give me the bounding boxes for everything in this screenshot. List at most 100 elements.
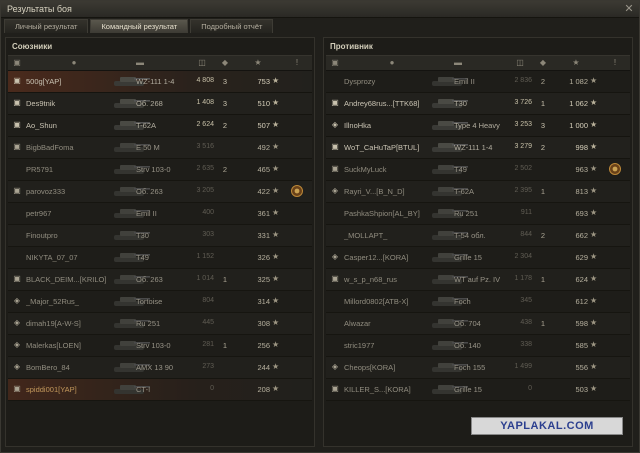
player-row[interactable]: ▣ BigbBadFoma E 50 M 3 516 492 ★ (8, 137, 312, 159)
player-row[interactable]: Finoutpro T30 303 331 ★ (8, 225, 312, 247)
player-row[interactable]: ▣ 500g[YAP] WZ-111 1-4 4 808 3 753 ★ (8, 71, 312, 93)
tab-personal[interactable]: Личный результат (4, 19, 89, 33)
player-name: Dysprozy (344, 77, 376, 86)
star-icon: ★ (590, 98, 598, 107)
player-row[interactable]: ▣ spiddi001[YAP] CT-I 0 208 ★ (8, 379, 312, 401)
enemies-list: Dysprozy Emil II 2 836 2 1 082 ★ ▣ Andrey68rus.… (326, 71, 630, 401)
kills-icon[interactable]: ◆ (536, 58, 550, 68)
star-icon: ★ (272, 164, 280, 173)
player-row[interactable]: Millord0802[ATB-X] Foch 345 612 ★ (326, 291, 630, 313)
platoon-icon[interactable]: ▣ (330, 58, 340, 68)
player-icon[interactable]: ● (68, 58, 80, 68)
player-row[interactable]: NIKYTA_07_07 T49 1 152 326 ★ (8, 247, 312, 269)
player-name: petr967 (26, 209, 52, 218)
player-row[interactable]: ◈ BomBero_84 AMX 13 90 273 244 ★ (8, 357, 312, 379)
player-row[interactable]: ▣ w_s_p_n68_rus WT auf Pz. IV 1 178 1 624 ★ (326, 269, 630, 291)
kills-value: 3 (222, 99, 228, 108)
player-row[interactable]: ◈ Malerkas[LOEN] Strv 103-0 281 1 256 ★ (8, 335, 312, 357)
player-row[interactable]: ▣ parovoz333 Об. 263 3 205 422 ★ (8, 181, 312, 203)
player-row[interactable]: PashkaShpion[AL_BY] Ru 251 911 693 ★ (326, 203, 630, 225)
player-name: spiddi001[YAP] (26, 385, 77, 394)
damage-icon[interactable]: ◫ (508, 58, 532, 68)
xp-value: 325 (257, 275, 270, 284)
star-icon: ★ (590, 120, 598, 129)
xp-icon[interactable]: ★ (246, 58, 270, 68)
player-row[interactable]: ▣ Andrey68rus...[TTK68] T30 3 726 1 1 062 ★ (326, 93, 630, 115)
player-row[interactable]: ▣ KILLER_S...[KORA] Grille 15 0 503 ★ (326, 379, 630, 401)
damage-value: 1 499 (514, 363, 532, 370)
watermark: YAPLAKAL.COM (471, 417, 623, 435)
damage-value: 338 (520, 341, 532, 348)
medal-icon[interactable] (608, 162, 622, 176)
damage-value: 4 808 (196, 77, 214, 84)
platoon-icon: ▣ (13, 120, 21, 129)
player-row[interactable]: ◈ Cheops[KORA] Foch 155 1 499 556 ★ (326, 357, 630, 379)
player-row[interactable]: ▣ SuckMyLuck T49 2 502 963 ★ (326, 159, 630, 181)
star-icon: ★ (590, 318, 598, 327)
medal-column-icon[interactable]: ! (292, 58, 302, 68)
platoon-icon (330, 296, 340, 306)
star-icon: ★ (272, 120, 280, 129)
vehicle-name: Ru 251 (454, 209, 479, 218)
xp-icon[interactable]: ★ (564, 58, 588, 68)
tank-icon[interactable]: ▬ (130, 58, 150, 68)
medal-icon[interactable] (290, 184, 304, 198)
player-row[interactable]: Alwazar Об. 704 438 1 598 ★ (326, 313, 630, 335)
player-row[interactable]: ◈ Rayri_V...[B_N_D] T-62A 2 395 1 813 ★ (326, 181, 630, 203)
player-row[interactable]: ◈ _Major_52Rus_ Tortoise 804 314 ★ (8, 291, 312, 313)
player-row[interactable]: ▣ Des9tnik Об. 268 1 408 3 510 ★ (8, 93, 312, 115)
player-name: Millord0802[ATB-X] (344, 297, 409, 306)
tab-team[interactable]: Командный результат (90, 19, 189, 33)
player-name: PR5791 (26, 165, 54, 174)
medal-column-icon[interactable]: ! (610, 58, 620, 68)
star-icon: ★ (590, 340, 598, 349)
player-icon[interactable]: ● (386, 58, 398, 68)
platoon-icon: ▣ (13, 76, 21, 85)
player-row[interactable]: petr967 Emil II 400 361 ★ (8, 203, 312, 225)
player-row[interactable]: ◈ Casper12...[KORA] Grille 15 2 304 629 ★ (326, 247, 630, 269)
titlebar: Результаты боя ✕ (1, 1, 639, 18)
tab-bar: Личный результат Командный результат Под… (4, 19, 275, 33)
xp-value: 1 062 (569, 99, 588, 108)
vehicle-name: AMX 13 90 (136, 363, 174, 372)
xp-value: 753 (257, 77, 270, 86)
player-row[interactable]: ▣ WoT_CaHuTaP[BTUL] WZ-111 1-4 3 279 2 998 ★ (326, 137, 630, 159)
player-row[interactable]: PR5791 Strv 103-0 2 635 2 465 ★ (8, 159, 312, 181)
tank-icon[interactable]: ▬ (448, 58, 468, 68)
player-row[interactable]: _MOLLAPT_ T-54 обл. 844 2 662 ★ (326, 225, 630, 247)
vehicle-name: Об. 140 (454, 341, 481, 350)
tab-detailed[interactable]: Подробный отчёт (190, 19, 274, 33)
kills-icon[interactable]: ◆ (218, 58, 232, 68)
player-row[interactable]: Dysprozy Emil II 2 836 2 1 082 ★ (326, 71, 630, 93)
xp-value: 1 082 (569, 77, 588, 86)
damage-value: 3 726 (514, 99, 532, 106)
player-row[interactable]: stric1977 Об. 140 338 585 ★ (326, 335, 630, 357)
platoon-icon[interactable]: ▣ (12, 58, 22, 68)
vehicle-name: CT-I (136, 385, 151, 394)
player-name: NIKYTA_07_07 (26, 253, 78, 262)
damage-value: 1 408 (196, 99, 214, 106)
xp-value: 208 (257, 385, 270, 394)
vehicle-name: Emil II (454, 77, 475, 86)
kills-value: 1 (540, 187, 546, 196)
player-row[interactable]: ◈ dimah19[A-W-S] Ru 251 445 308 ★ (8, 313, 312, 335)
platoon-icon: ▣ (13, 98, 21, 107)
player-row[interactable]: ▣ BLACK_DEIM...[KRILO] Об. 263 1 014 1 325 ★ (8, 269, 312, 291)
close-icon[interactable]: ✕ (623, 3, 635, 15)
xp-value: 998 (575, 143, 588, 152)
xp-value: 629 (575, 253, 588, 262)
platoon-icon: ◈ (13, 296, 21, 305)
star-icon: ★ (590, 362, 598, 371)
player-name: w_s_p_n68_rus (344, 275, 397, 284)
vehicle-name: T30 (454, 99, 467, 108)
kills-value: 1 (540, 99, 546, 108)
vehicle-name: T49 (136, 253, 149, 262)
player-name: PashkaShpion[AL_BY] (344, 209, 420, 218)
vehicle-name: T30 (136, 231, 149, 240)
damage-value: 911 (520, 209, 532, 216)
player-row[interactable]: ▣ Ao_Shun T-62A 2 624 2 507 ★ (8, 115, 312, 137)
player-name: Casper12...[KORA] (344, 253, 409, 262)
player-row[interactable]: ◈ IllnoHka Type 4 Heavy 3 253 3 1 000 ★ (326, 115, 630, 137)
vehicle-name: Strv 103-0 (136, 165, 171, 174)
damage-icon[interactable]: ◫ (190, 58, 214, 68)
